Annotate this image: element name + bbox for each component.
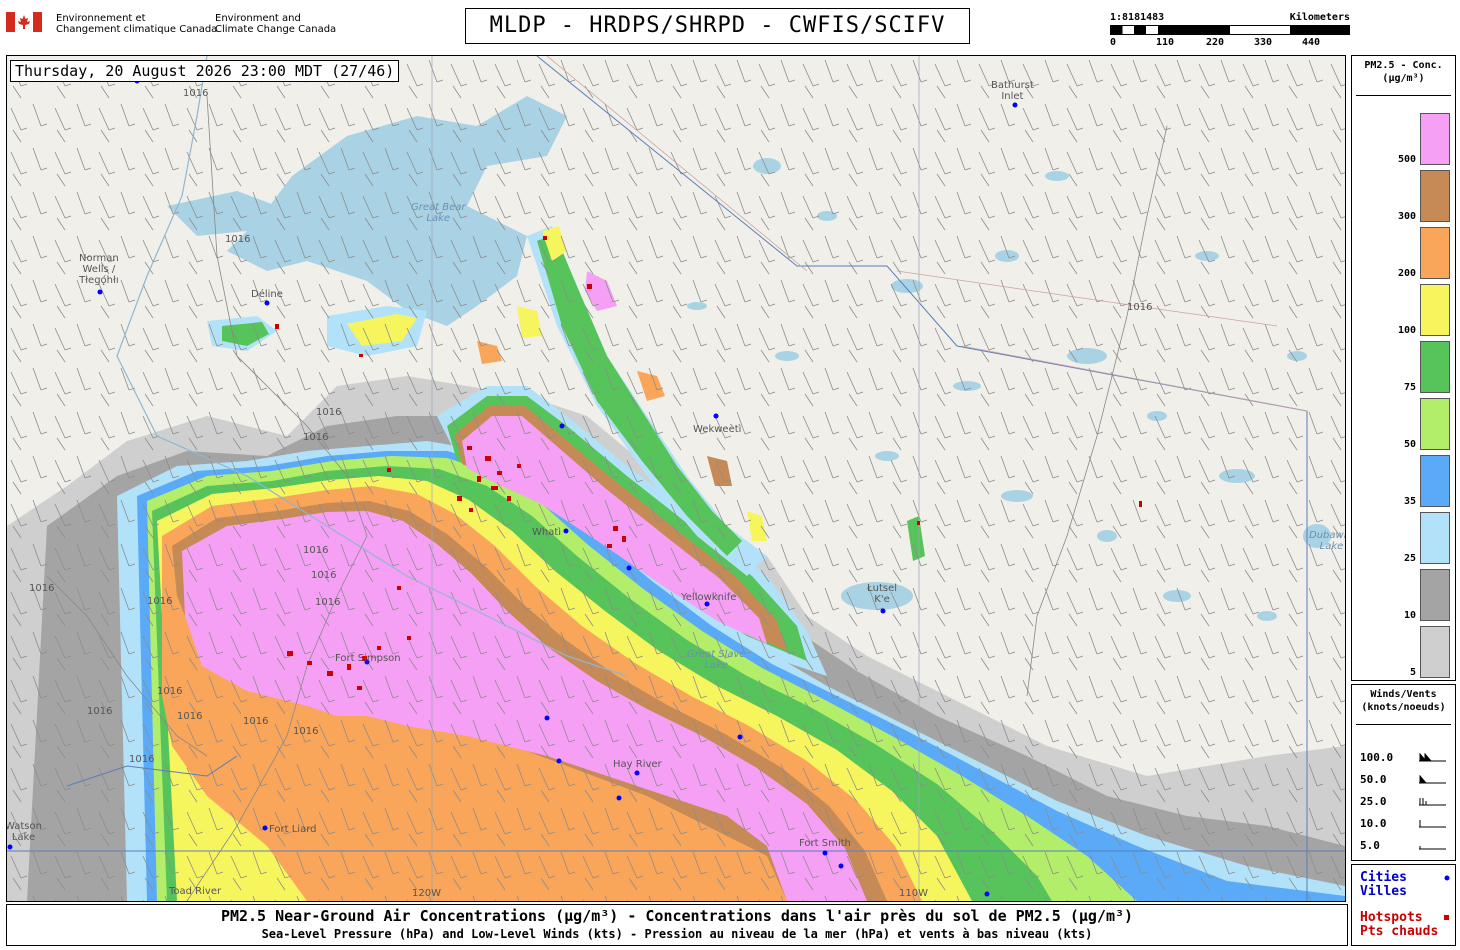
winds-legend: Winds/Vents (knots/noeuds) 100.0 50.0 25…	[1351, 684, 1456, 861]
canada-flag-icon	[6, 12, 42, 32]
wind-barb-5-icon	[1419, 846, 1446, 850]
symbol-key: Cities Villes Hotspots Pts chauds	[1351, 864, 1456, 946]
place-norman-wells: Norman Wells / Tłegǫ́hłı	[79, 253, 119, 286]
isobar-label: 1016	[177, 711, 203, 722]
legend-level-label: 5	[1409, 667, 1416, 678]
cities-key-label: Cities Villes	[1360, 870, 1407, 899]
isobar-label: 1016	[225, 234, 251, 245]
header: Environnement et Changement climatique C…	[0, 0, 1460, 54]
place-bathurst-inlet: Bathurst Inlet	[991, 80, 1034, 102]
water-great-slave-lake: Great Slave Lake	[687, 649, 746, 671]
wind-speed-label: 10.0	[1360, 817, 1387, 830]
legend-level-label: 300	[1397, 211, 1416, 222]
scale-ratio: 1:8181483	[1110, 12, 1165, 23]
isobar-label: 1016	[147, 596, 173, 607]
place-fort-liard: Fort Liard	[269, 824, 317, 835]
legend-level-label: 35	[1403, 496, 1416, 507]
legend-swatch	[1420, 569, 1450, 621]
place-deline: Déline	[251, 289, 283, 300]
water-great-bear-lake: Great Bear Lake	[411, 202, 466, 224]
legend-swatch	[1420, 455, 1450, 507]
longitude-label-110w: 110W	[899, 888, 928, 899]
isobar-label: 1016	[1127, 302, 1153, 313]
place-fort-simpson: Fort Simpson	[335, 653, 401, 664]
isobar-label: 1016	[315, 597, 341, 608]
longitude-label-120w: 120W	[412, 888, 441, 899]
wind-barb-50-icon	[1419, 775, 1446, 784]
org-name-en: Environment and Climate Change Canada	[215, 13, 337, 35]
legend-level-label: 25	[1403, 553, 1416, 564]
place-watson-lake: Watson Lake	[6, 821, 42, 843]
isobar-label: 1016	[293, 726, 319, 737]
water-dubawnt-lake: Dubawnt Lake	[1309, 530, 1345, 552]
pm25-legend: PM2.5 - Conc. (µg/m³) 500 300 200 100 75 50 35…	[1351, 55, 1456, 681]
map-panel[interactable]: Norman Wells / Tłegǫ́hłı Déline Bathurst…	[6, 55, 1346, 902]
winds-title: Winds/Vents (knots/noeuds)	[1361, 689, 1446, 713]
scale-tick-3: 330	[1254, 37, 1273, 48]
city-dot-icon	[1444, 875, 1450, 881]
isobar-label: 1016	[316, 407, 342, 418]
wind-speed-label: 25.0	[1360, 795, 1387, 808]
isobar-label: 1016	[129, 754, 155, 765]
legend-swatch	[1420, 170, 1450, 222]
legend-level-label: 10	[1403, 610, 1416, 621]
legend-swatch	[1420, 512, 1450, 564]
isobar-label: 1016	[303, 545, 329, 556]
place-toad-river: Toad River	[169, 886, 222, 897]
legend-level-label: 75	[1403, 382, 1416, 393]
winds-divider	[1356, 724, 1451, 725]
place-fort-smith: Fort Smith	[799, 838, 851, 849]
isobar-label: 1016	[311, 570, 337, 581]
scale-bar: 1:8181483 Kilometers 0 110 220 330 440	[1108, 10, 1352, 50]
legend-swatch	[1420, 626, 1450, 678]
wind-barb-100-icon	[1419, 753, 1446, 762]
legend-level-label: 50	[1403, 439, 1416, 450]
isobar-label: 1016	[303, 432, 329, 443]
scale-tick-4: 440	[1302, 37, 1321, 48]
wind-speed-label: 100.0	[1360, 751, 1394, 764]
place-wekweeti: Wekweètì	[693, 424, 742, 435]
isobar-label: 1016	[183, 88, 209, 99]
scale-tick-1: 110	[1156, 37, 1175, 48]
wind-barb-10-icon	[1419, 820, 1446, 828]
legend-swatch	[1420, 227, 1450, 279]
legend-level-label: 500	[1397, 154, 1416, 165]
wind-speed-label: 5.0	[1360, 839, 1380, 852]
isobar-label: 1016	[157, 686, 183, 697]
place-hay-river: Hay River	[613, 759, 662, 770]
footer-line-2: Sea-Level Pressure (hPa) and Low-Level W…	[261, 927, 1093, 941]
wind-barb-25-icon	[1419, 798, 1446, 806]
footer-line-1: PM2.5 Near-Ground Air Concentrations (µg…	[220, 907, 1134, 925]
isobar-label: 1016	[29, 583, 55, 594]
org-name-fr: Environnement et Changement climatique C…	[56, 13, 218, 35]
legend-swatch	[1420, 398, 1450, 450]
legend-level-label: 200	[1397, 268, 1416, 279]
legend-title: PM2.5 - Conc. (µg/m³)	[1364, 60, 1443, 84]
scale-bar-graphic	[1110, 25, 1350, 35]
wind-barb-field	[7, 56, 1345, 901]
hotspots-key-label: Hotspots Pts chauds	[1360, 910, 1439, 939]
hotspot-square-icon	[1444, 915, 1449, 920]
wind-speed-label: 50.0	[1360, 773, 1387, 786]
product-title: MLDP - HRDPS/SHRPD - CWFIS/SCIFV	[465, 8, 970, 44]
legend-swatch	[1420, 284, 1450, 336]
place-lutsel-ke: Łutsel K'e	[867, 583, 898, 605]
legend-divider	[1356, 95, 1451, 96]
scale-tick-0: 0	[1110, 37, 1117, 48]
isobar-label: 1016	[243, 716, 269, 727]
legend-swatch	[1420, 341, 1450, 393]
scale-tick-2: 220	[1206, 37, 1225, 48]
map-canvas[interactable]	[7, 56, 1345, 901]
isobar-label: 1016	[87, 706, 113, 717]
forecast-timestamp: Thursday, 20 August 2026 23:00 MDT (27/4…	[10, 60, 400, 82]
place-whati: Whatì	[532, 527, 562, 538]
place-yellowknife: Yellowknife	[681, 592, 737, 603]
legend-level-label: 100	[1397, 325, 1416, 336]
scale-unit: Kilometers	[1289, 12, 1350, 23]
footer-caption: PM2.5 Near-Ground Air Concentrations (µg…	[6, 904, 1348, 946]
legend-swatch	[1420, 113, 1450, 165]
